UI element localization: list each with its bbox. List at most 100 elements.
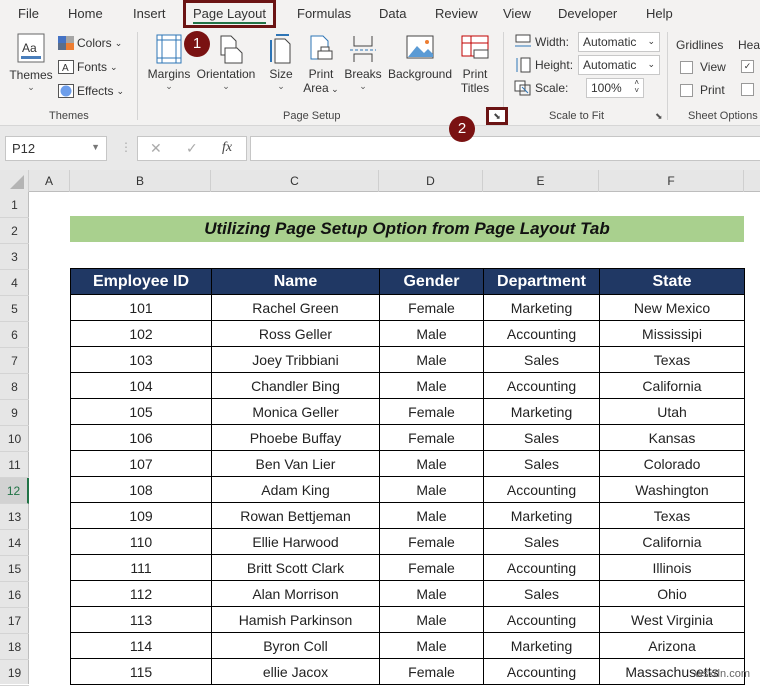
- cell-state[interactable]: West Virginia: [599, 606, 745, 633]
- tab-insert[interactable]: Insert: [133, 6, 166, 21]
- cell-department[interactable]: Accounting: [483, 658, 600, 685]
- cell-gender[interactable]: Male: [379, 580, 484, 607]
- width-dropdown[interactable]: Automatic ⌄: [578, 32, 660, 52]
- cell-department[interactable]: Sales: [483, 580, 600, 607]
- scale-spinner[interactable]: 100% ˄ ˅: [586, 78, 644, 98]
- row-header[interactable]: 5: [0, 296, 29, 322]
- page-setup-dialog-launcher-icon[interactable]: ⬊: [486, 107, 508, 125]
- cell-department[interactable]: Sales: [483, 528, 600, 555]
- cell-name[interactable]: Adam King: [211, 476, 380, 503]
- row-header[interactable]: 3: [0, 244, 29, 270]
- cell-name[interactable]: Chandler Bing: [211, 372, 380, 399]
- gridlines-print-checkbox[interactable]: Print: [680, 83, 725, 97]
- sheet-title[interactable]: Utilizing Page Setup Option from Page La…: [70, 216, 744, 242]
- cell-employee-id[interactable]: 115: [70, 658, 212, 685]
- row-header[interactable]: 13: [0, 504, 29, 530]
- cell-name[interactable]: Ellie Harwood: [211, 528, 380, 555]
- row-header[interactable]: 4: [0, 270, 29, 296]
- row-header[interactable]: 2: [0, 218, 29, 244]
- select-all-button[interactable]: [0, 170, 29, 192]
- cell-name[interactable]: Ross Geller: [211, 320, 380, 347]
- row-header[interactable]: 11: [0, 452, 29, 478]
- cell-employee-id[interactable]: 105: [70, 398, 212, 425]
- column-header-c[interactable]: C: [211, 170, 379, 192]
- cell-department[interactable]: Sales: [483, 450, 600, 477]
- cell-gender[interactable]: Female: [379, 554, 484, 581]
- cell-state[interactable]: California: [599, 372, 745, 399]
- cell-gender[interactable]: Male: [379, 476, 484, 503]
- header-name[interactable]: Name: [211, 268, 380, 295]
- cell-name[interactable]: Joey Tribbiani: [211, 346, 380, 373]
- cell-name[interactable]: Alan Morrison: [211, 580, 380, 607]
- cell-state[interactable]: Colorado: [599, 450, 745, 477]
- cell-employee-id[interactable]: 101: [70, 294, 212, 321]
- cell-employee-id[interactable]: 112: [70, 580, 212, 607]
- cell-gender[interactable]: Male: [379, 372, 484, 399]
- tab-view[interactable]: View: [503, 6, 531, 21]
- cancel-icon[interactable]: ✕: [150, 140, 162, 157]
- tab-developer[interactable]: Developer: [558, 6, 617, 21]
- size-button[interactable]: Size ⌄: [266, 34, 296, 92]
- cell-gender[interactable]: Female: [379, 528, 484, 555]
- fonts-button[interactable]: A Fonts ⌄: [58, 60, 118, 74]
- tab-home[interactable]: Home: [68, 6, 103, 21]
- cell-name[interactable]: Monica Geller: [211, 398, 380, 425]
- cell-state[interactable]: Illinois: [599, 554, 745, 581]
- cell-gender[interactable]: Male: [379, 450, 484, 477]
- headings-print-checkbox[interactable]: [741, 83, 754, 96]
- tab-help[interactable]: Help: [646, 6, 673, 21]
- cell-department[interactable]: Accounting: [483, 320, 600, 347]
- header-employee-id[interactable]: Employee ID: [70, 268, 212, 295]
- tab-formulas[interactable]: Formulas: [297, 6, 351, 21]
- cell-name[interactable]: Rachel Green: [211, 294, 380, 321]
- cell-employee-id[interactable]: 111: [70, 554, 212, 581]
- cell-state[interactable]: New Mexico: [599, 294, 745, 321]
- cell-gender[interactable]: Female: [379, 398, 484, 425]
- scale-to-fit-launcher-icon[interactable]: ⬊: [655, 111, 663, 122]
- row-header[interactable]: 6: [0, 322, 29, 348]
- cell-employee-id[interactable]: 107: [70, 450, 212, 477]
- cell-department[interactable]: Accounting: [483, 606, 600, 633]
- cell-gender[interactable]: Female: [379, 294, 484, 321]
- cell-state[interactable]: Washington: [599, 476, 745, 503]
- breaks-button[interactable]: Breaks ⌄: [344, 34, 382, 92]
- row-header[interactable]: 15: [0, 556, 29, 582]
- tab-data[interactable]: Data: [379, 6, 406, 21]
- cell-employee-id[interactable]: 109: [70, 502, 212, 529]
- row-header[interactable]: 16: [0, 582, 29, 608]
- row-header[interactable]: 8: [0, 374, 29, 400]
- cell-gender[interactable]: Male: [379, 502, 484, 529]
- cell-name[interactable]: ellie Jacox: [211, 658, 380, 685]
- gridlines-view-checkbox[interactable]: View: [680, 60, 726, 74]
- row-header[interactable]: 1: [0, 192, 29, 218]
- cell-state[interactable]: Arizona: [599, 632, 745, 659]
- cell-gender[interactable]: Male: [379, 346, 484, 373]
- cell-employee-id[interactable]: 113: [70, 606, 212, 633]
- cell-department[interactable]: Accounting: [483, 554, 600, 581]
- row-header[interactable]: 14: [0, 530, 29, 556]
- cell-name[interactable]: Britt Scott Clark: [211, 554, 380, 581]
- cell-department[interactable]: Marketing: [483, 294, 600, 321]
- column-header-f[interactable]: F: [599, 170, 744, 192]
- row-header[interactable]: 17: [0, 608, 29, 634]
- cell-gender[interactable]: Male: [379, 320, 484, 347]
- cell-department[interactable]: Marketing: [483, 398, 600, 425]
- row-header[interactable]: 9: [0, 400, 29, 426]
- cell-state[interactable]: Mississipi: [599, 320, 745, 347]
- header-gender[interactable]: Gender: [379, 268, 484, 295]
- cell-employee-id[interactable]: 103: [70, 346, 212, 373]
- cell-name[interactable]: Phoebe Buffay: [211, 424, 380, 451]
- drag-handle-icon[interactable]: ⋮: [120, 140, 132, 154]
- column-header-b[interactable]: B: [70, 170, 211, 192]
- column-header-a[interactable]: A: [29, 170, 70, 192]
- cell-department[interactable]: Accounting: [483, 372, 600, 399]
- themes-button[interactable]: Aa Themes ⌄: [8, 32, 54, 93]
- column-header-e[interactable]: E: [483, 170, 599, 192]
- cell-department[interactable]: Marketing: [483, 632, 600, 659]
- cell-state[interactable]: Texas: [599, 346, 745, 373]
- cell-gender[interactable]: Male: [379, 632, 484, 659]
- row-header[interactable]: 7: [0, 348, 29, 374]
- header-state[interactable]: State: [599, 268, 745, 295]
- cell-state[interactable]: Utah: [599, 398, 745, 425]
- cell-state[interactable]: Ohio: [599, 580, 745, 607]
